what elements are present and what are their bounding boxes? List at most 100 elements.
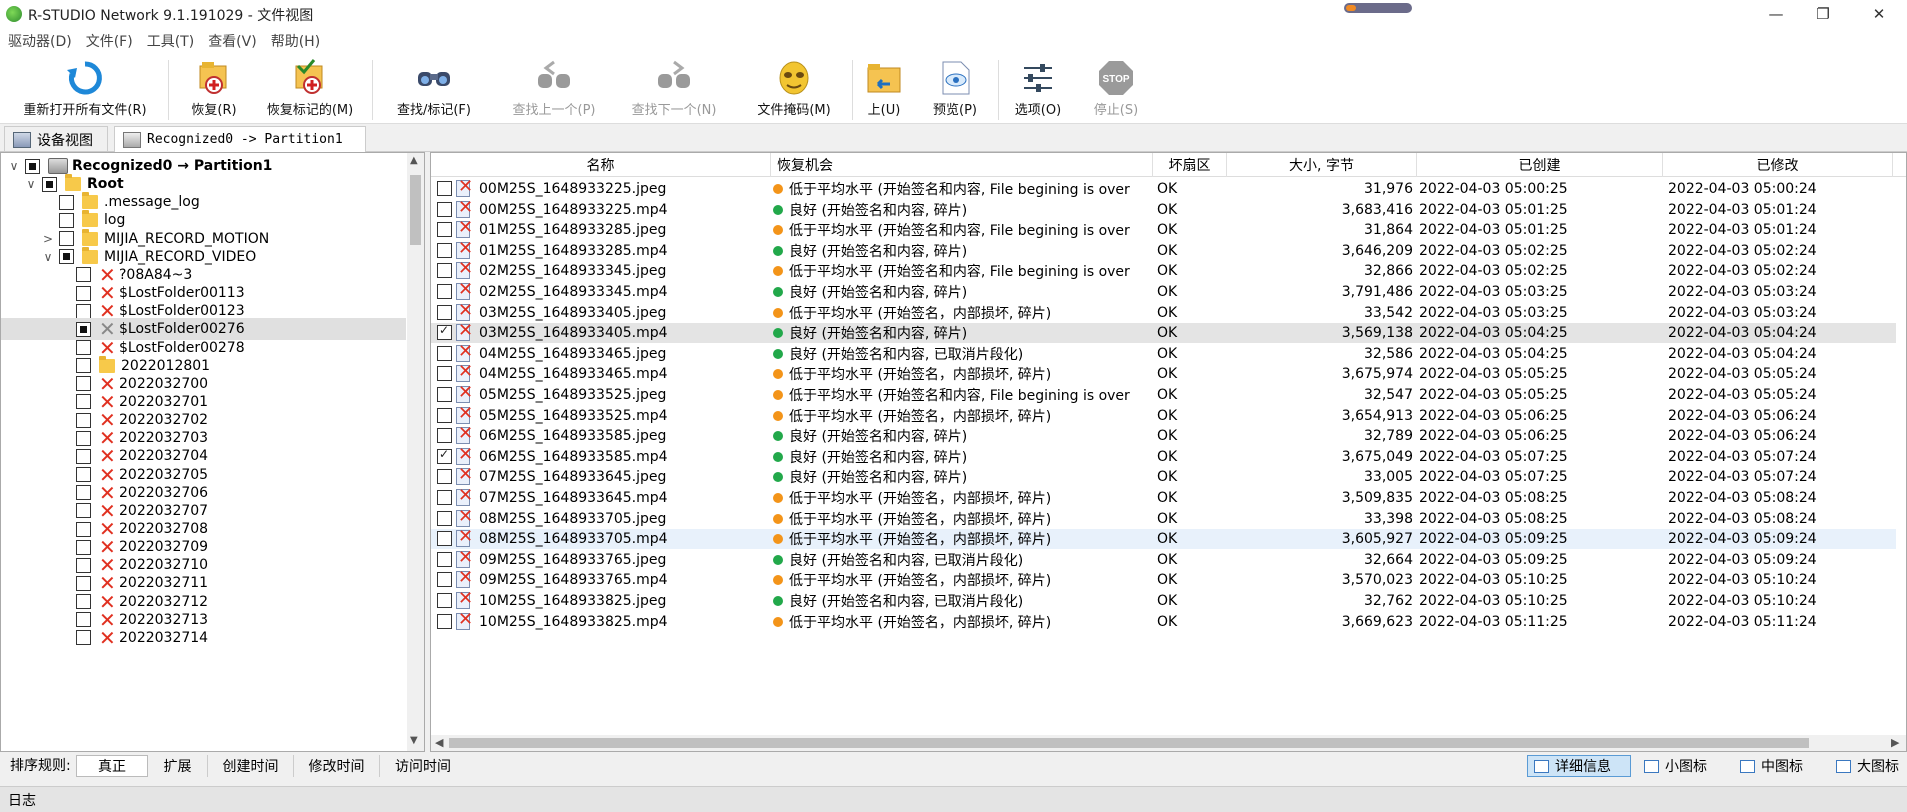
file-row[interactable]: ✕ 01M25S_1648933285.jpeg 低于平均水平 (开始签名和内容, … [431,217,1896,240]
tree-checkbox[interactable] [59,231,74,247]
scroll-right-icon[interactable]: ▶ [1891,736,1899,749]
file-checkbox[interactable] [437,447,452,464]
column-recovery-chance[interactable]: 恢复机会 [771,153,1153,177]
file-row[interactable]: ✕ 09M25S_1648933765.mp4 低于平均水平 (开始签名，内部损坏,… [431,567,1896,590]
file-row[interactable]: ✕ 01M25S_1648933285.mp4 良好 (开始签名和内容, 碎片) OK… [431,238,1896,261]
file-row[interactable]: ✕ 05M25S_1648933525.mp4 低于平均水平 (开始签名，内部损坏,… [431,403,1896,426]
scroll-down-icon[interactable]: ▼ [410,735,418,746]
sort-real[interactable]: 真正 [76,755,148,777]
file-row[interactable]: ✕ 08M25S_1648933705.jpeg 低于平均水平 (开始签名，内部损坏… [431,506,1896,529]
restore-button[interactable]: ❐ [1800,0,1846,28]
file-checkbox[interactable] [437,201,452,217]
column-created[interactable]: 已创建 [1417,153,1663,177]
find-mark-button[interactable]: 查找/标记(F) [384,58,484,122]
tree-checkbox[interactable] [76,521,91,537]
tree-checkbox[interactable] [76,412,91,428]
column-modified[interactable]: 已修改 [1663,153,1893,177]
minimize-button[interactable]: — [1753,0,1799,28]
menu-file[interactable]: 文件(F) [86,31,133,51]
file-row[interactable]: ✕ 09M25S_1648933765.jpeg 良好 (开始签名和内容, 已取消片… [431,547,1896,570]
file-row[interactable]: ✕ 07M25S_1648933645.jpeg 良好 (开始签名和内容, 碎片) O… [431,464,1896,487]
tree-checkbox[interactable] [76,321,91,337]
file-checkbox[interactable] [437,593,452,608]
tree-checkbox[interactable] [76,630,91,646]
tree-checkbox[interactable] [76,557,91,573]
view-large-icons-button[interactable]: 大图标 [1830,755,1907,777]
file-checkbox[interactable] [437,222,452,238]
view-details-button[interactable]: 详细信息 [1527,755,1631,777]
expand-icon[interactable]: > [41,232,55,246]
file-checkbox[interactable] [437,407,452,423]
file-mask-button[interactable]: 文件掩码(M) [744,58,844,122]
tree-checkbox[interactable] [76,358,91,374]
file-checkbox[interactable] [437,469,452,485]
options-button[interactable]: 选项(O) [1006,58,1070,122]
tree-checkbox[interactable] [76,539,91,555]
tree-checkbox[interactable] [76,467,91,483]
file-row[interactable]: ✕ 06M25S_1648933585.mp4 良好 (开始签名和内容, 碎片) OK… [431,444,1896,467]
sort-created-time[interactable]: 创建时间 [208,755,294,777]
tree-checkbox[interactable] [76,575,91,591]
tree-checkbox[interactable] [59,194,74,210]
file-checkbox[interactable] [437,613,452,629]
view-small-icons-button[interactable]: 小图标 [1638,755,1728,777]
stop-button[interactable]: STOP 停止(S) [1084,58,1148,122]
file-checkbox[interactable] [437,510,452,526]
tree-checkbox[interactable] [76,267,91,283]
file-checkbox[interactable] [437,387,452,402]
file-checkbox[interactable] [437,428,452,444]
sort-modified-time[interactable]: 修改时间 [294,755,380,777]
reopen-all-files-button[interactable]: 重新打开所有文件(R) [12,58,158,122]
file-row[interactable]: ✕ 10M25S_1648933825.mp4 低于平均水平 (开始签名，内部损坏,… [431,609,1896,632]
tree-checkbox[interactable] [76,394,91,410]
file-row[interactable]: ✕ 03M25S_1648933405.jpeg 低于平均水平 (开始签名，内部损坏… [431,300,1896,323]
preview-button[interactable]: 预览(P) [922,58,988,122]
tree-vertical-scrollbar[interactable]: ▲ ▼ [407,153,424,751]
file-row[interactable]: ✕ 08M25S_1648933705.mp4 低于平均水平 (开始签名，内部损坏,… [431,526,1896,550]
file-row[interactable]: ✕ 03M25S_1648933405.mp4 良好 (开始签名和内容, 碎片) OK… [431,320,1896,344]
file-checkbox[interactable] [437,345,452,361]
column-size[interactable]: 大小, 字节 [1227,153,1417,177]
menu-tools[interactable]: 工具(T) [147,31,194,51]
file-checkbox[interactable] [437,572,452,588]
file-checkbox[interactable] [437,304,452,320]
file-row[interactable]: ✕ 10M25S_1648933825.jpeg 良好 (开始签名和内容, 已取消片… [431,588,1896,611]
menu-drives[interactable]: 驱动器(D) [8,31,72,51]
file-row[interactable]: ✕ 00M25S_1648933225.mp4 良好 (开始签名和内容, 碎片) OK… [431,197,1896,220]
collapse-icon[interactable]: ∨ [41,250,55,264]
file-checkbox[interactable] [437,181,452,196]
file-row[interactable]: ✕ 06M25S_1648933585.jpeg 良好 (开始签名和内容, 碎片) O… [431,423,1896,446]
file-row[interactable]: ✕ 07M25S_1648933645.mp4 低于平均水平 (开始签名，内部损坏,… [431,485,1896,508]
tree-checkbox[interactable] [76,594,91,610]
tree-checkbox[interactable] [76,485,91,501]
menu-view[interactable]: 查看(V) [208,31,257,51]
file-checkbox[interactable] [437,366,452,382]
file-row[interactable]: ✕ 05M25S_1648933525.jpeg 低于平均水平 (开始签名和内容, … [431,382,1896,405]
file-row[interactable]: ✕ 04M25S_1648933465.jpeg 良好 (开始签名和内容, 已取消片… [431,341,1896,364]
log-bar[interactable]: 日志 [0,786,1907,812]
tree-checkbox[interactable] [76,503,91,519]
scroll-left-icon[interactable]: ◀ [435,736,443,749]
list-scroll-thumb[interactable] [449,738,1809,748]
column-bad-sectors[interactable]: 坏扇区 [1153,153,1227,177]
tree-scroll-thumb[interactable] [410,175,421,245]
tree-checkbox[interactable] [76,376,91,392]
file-checkbox[interactable] [437,490,452,505]
file-checkbox[interactable] [437,323,452,341]
file-row[interactable]: ✕ 02M25S_1648933345.mp4 良好 (开始签名和内容, 碎片) OK… [431,279,1896,302]
tree-checkbox[interactable] [76,448,91,464]
tab-device-view[interactable]: 设备视图 [4,126,108,152]
column-name[interactable]: 名称 [431,153,771,177]
tree-node[interactable]: ✕ 2022032714 [1,627,406,649]
scroll-up-icon[interactable]: ▲ [410,155,418,166]
file-row[interactable]: ✕ 02M25S_1648933345.jpeg 低于平均水平 (开始签名和内容, … [431,258,1896,281]
tree-checkbox[interactable] [76,340,91,355]
file-checkbox[interactable] [437,242,452,258]
tree-checkbox[interactable] [59,212,74,228]
up-button[interactable]: 上(U) [860,58,908,122]
file-checkbox[interactable] [437,263,452,279]
recover-marked-button[interactable]: 恢复标记的(M) [260,58,360,122]
tree-checkbox[interactable] [25,158,40,174]
file-row[interactable]: ✕ 00M25S_1648933225.jpeg 低于平均水平 (开始签名和内容, … [431,176,1896,199]
sort-extension[interactable]: 扩展 [148,755,208,777]
